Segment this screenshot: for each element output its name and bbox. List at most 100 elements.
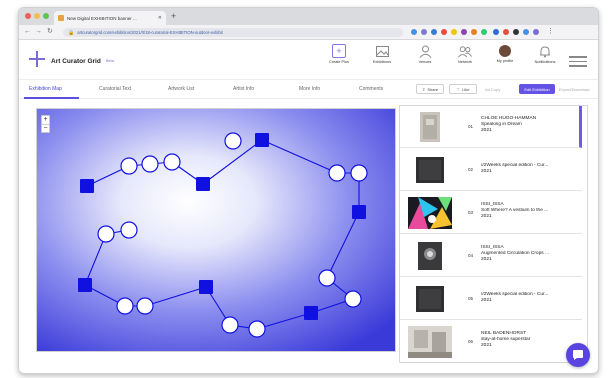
network-button[interactable]: Network bbox=[447, 44, 483, 64]
browser-window: New Digital EXHIBITION banner ... ✕ + ← … bbox=[18, 7, 599, 374]
tab-artwork-list[interactable]: Artwork List bbox=[168, 86, 194, 92]
notifications-button[interactable]: Notifications bbox=[527, 44, 563, 64]
extension-icon[interactable] bbox=[461, 29, 467, 35]
artwork-marker-circle[interactable] bbox=[116, 297, 134, 315]
artwork-marker-square[interactable] bbox=[80, 179, 94, 193]
zoom-control: + − bbox=[41, 115, 50, 133]
artwork-marker-circle[interactable] bbox=[344, 290, 362, 308]
create-plus-button[interactable]: + Create Plus bbox=[321, 44, 357, 64]
artwork-year: 2021 bbox=[481, 128, 492, 133]
new-tab-button[interactable]: + bbox=[171, 11, 176, 21]
artwork-marker-circle[interactable] bbox=[97, 225, 115, 243]
hamburger-menu-icon[interactable] bbox=[569, 53, 587, 70]
artwork-marker-square[interactable] bbox=[352, 205, 366, 219]
list-item[interactable]: 01 CHLOÉ HUGO-HAMMAN Speaking in Dream 2… bbox=[400, 106, 582, 148]
plus-square-icon: + bbox=[332, 44, 346, 58]
tab-more-info[interactable]: More Info bbox=[299, 86, 320, 92]
extension-icon[interactable] bbox=[451, 29, 457, 35]
maximize-window-button[interactable] bbox=[43, 13, 49, 19]
address-bar[interactable]: 🔒 artcuratorgrid.com/exhibition/2021/0/1… bbox=[63, 28, 403, 37]
extension-icon[interactable] bbox=[431, 29, 437, 35]
extension-icon[interactable] bbox=[421, 29, 427, 35]
extension-icon[interactable] bbox=[441, 29, 447, 35]
extension-icon[interactable] bbox=[523, 29, 529, 35]
artwork-marker-circle[interactable] bbox=[318, 269, 336, 287]
artwork-marker-circle[interactable] bbox=[141, 155, 159, 173]
tab-curatorial-text[interactable]: Curatorial Text bbox=[99, 86, 131, 92]
artwork-thumbnail bbox=[408, 154, 452, 186]
logo-icon[interactable] bbox=[29, 51, 45, 67]
artwork-marker-circle[interactable] bbox=[328, 164, 346, 182]
zoom-in-button[interactable]: + bbox=[42, 116, 49, 124]
artwork-list: 01 CHLOÉ HUGO-HAMMAN Speaking in Dream 2… bbox=[399, 105, 588, 363]
my-profile-button[interactable]: My profile bbox=[487, 44, 523, 63]
app-title[interactable]: Art Curator Grid bbox=[51, 58, 101, 65]
lock-icon: 🔒 bbox=[68, 29, 75, 36]
chat-button[interactable] bbox=[566, 343, 590, 367]
tab-artist-info[interactable]: Artist Info bbox=[233, 86, 254, 92]
artwork-number: 05 bbox=[468, 296, 474, 301]
list-item[interactable]: 06 NEIL BADENHORST stay-at-home supersta… bbox=[400, 321, 582, 362]
venues-button[interactable]: Venues bbox=[407, 44, 443, 64]
minimize-window-button[interactable] bbox=[34, 13, 40, 19]
forward-icon[interactable]: → bbox=[35, 28, 42, 36]
artwork-thumbnail bbox=[408, 240, 452, 272]
zoom-out-button[interactable]: − bbox=[42, 124, 49, 132]
bell-icon bbox=[538, 44, 552, 58]
extension-icon[interactable] bbox=[493, 29, 499, 35]
extension-icon[interactable] bbox=[503, 29, 509, 35]
artwork-marker-square[interactable] bbox=[304, 306, 318, 320]
close-window-button[interactable] bbox=[25, 13, 31, 19]
artwork-thumbnail bbox=[408, 197, 452, 229]
exhibitions-button[interactable]: Exhibitions bbox=[364, 44, 400, 64]
list-item[interactable]: 03 ISSI_ISSA Soft Where? A vestium to th… bbox=[400, 192, 582, 234]
export-download-action[interactable]: Export/Download bbox=[559, 87, 589, 92]
browser-tab[interactable]: New Digital EXHIBITION banner ... ✕ bbox=[54, 11, 166, 25]
user-icon bbox=[418, 44, 432, 58]
close-tab-icon[interactable]: ✕ bbox=[158, 15, 162, 21]
share-button[interactable]: ⇪ Share bbox=[416, 84, 444, 94]
profile-icon[interactable] bbox=[533, 29, 539, 35]
map-canvas[interactable] bbox=[37, 109, 396, 352]
reload-icon[interactable]: ↻ bbox=[47, 28, 53, 36]
edit-exhibition-button[interactable]: Edit Exhibition bbox=[519, 84, 555, 94]
artwork-marker-circle[interactable] bbox=[248, 320, 266, 338]
artwork-year: 2021 bbox=[481, 257, 492, 262]
artwork-year: 2021 bbox=[481, 343, 492, 348]
artwork-marker-square[interactable] bbox=[255, 133, 269, 147]
venues-label: Venues bbox=[418, 60, 432, 64]
ad-copy-action[interactable]: Ad Copy bbox=[485, 87, 500, 92]
extension-icon[interactable] bbox=[513, 29, 519, 35]
artwork-marker-square[interactable] bbox=[196, 177, 210, 191]
extension-icon[interactable] bbox=[471, 29, 477, 35]
tab-exhibition-map[interactable]: Exhibition Map bbox=[29, 86, 62, 92]
artwork-marker-circle[interactable] bbox=[163, 153, 181, 171]
artwork-marker-circle[interactable] bbox=[120, 157, 138, 175]
url-text: artcuratorgrid.com/exhibition/2021/0/18-… bbox=[77, 30, 223, 35]
extension-icon[interactable] bbox=[481, 29, 487, 35]
artwork-year: 2021 bbox=[481, 298, 492, 303]
artwork-marker-circle[interactable] bbox=[120, 221, 138, 239]
browser-menu-icon[interactable]: ⋮ bbox=[547, 28, 554, 36]
artwork-marker-square[interactable] bbox=[78, 278, 92, 292]
create-plus-label: Create Plus bbox=[329, 60, 349, 64]
artwork-marker-square[interactable] bbox=[199, 280, 213, 294]
artwork-marker-circle[interactable] bbox=[221, 316, 239, 334]
list-item[interactable]: 05 //2Weeks special edition - Cur... 202… bbox=[400, 278, 582, 320]
artwork-marker-circle[interactable] bbox=[224, 132, 242, 150]
like-label: Like bbox=[462, 86, 470, 92]
tab-comments[interactable]: Comments bbox=[359, 86, 383, 92]
list-item[interactable]: 02 //2Weeks special edition - Cur... 202… bbox=[400, 149, 582, 191]
exhibition-tabs: Exhibition Map Curatorial Text Artwork L… bbox=[19, 80, 598, 99]
list-item[interactable]: 04 ISSI_ISSA Augmented Circulation Crops… bbox=[400, 235, 582, 277]
app-header: Art Curator Grid Beta + Create Plus Exhi… bbox=[19, 40, 598, 80]
browser-tab-title: New Digital EXHIBITION banner ... bbox=[67, 15, 137, 21]
active-tab-indicator bbox=[24, 97, 79, 99]
like-button[interactable]: ♡ Like bbox=[449, 84, 477, 94]
back-icon[interactable]: ← bbox=[24, 28, 31, 36]
artwork-marker-circle[interactable] bbox=[350, 164, 368, 182]
extension-icon[interactable] bbox=[411, 29, 417, 35]
artwork-number: 03 bbox=[468, 210, 474, 215]
exhibition-map[interactable]: + − bbox=[36, 108, 396, 352]
artwork-marker-circle[interactable] bbox=[136, 297, 154, 315]
